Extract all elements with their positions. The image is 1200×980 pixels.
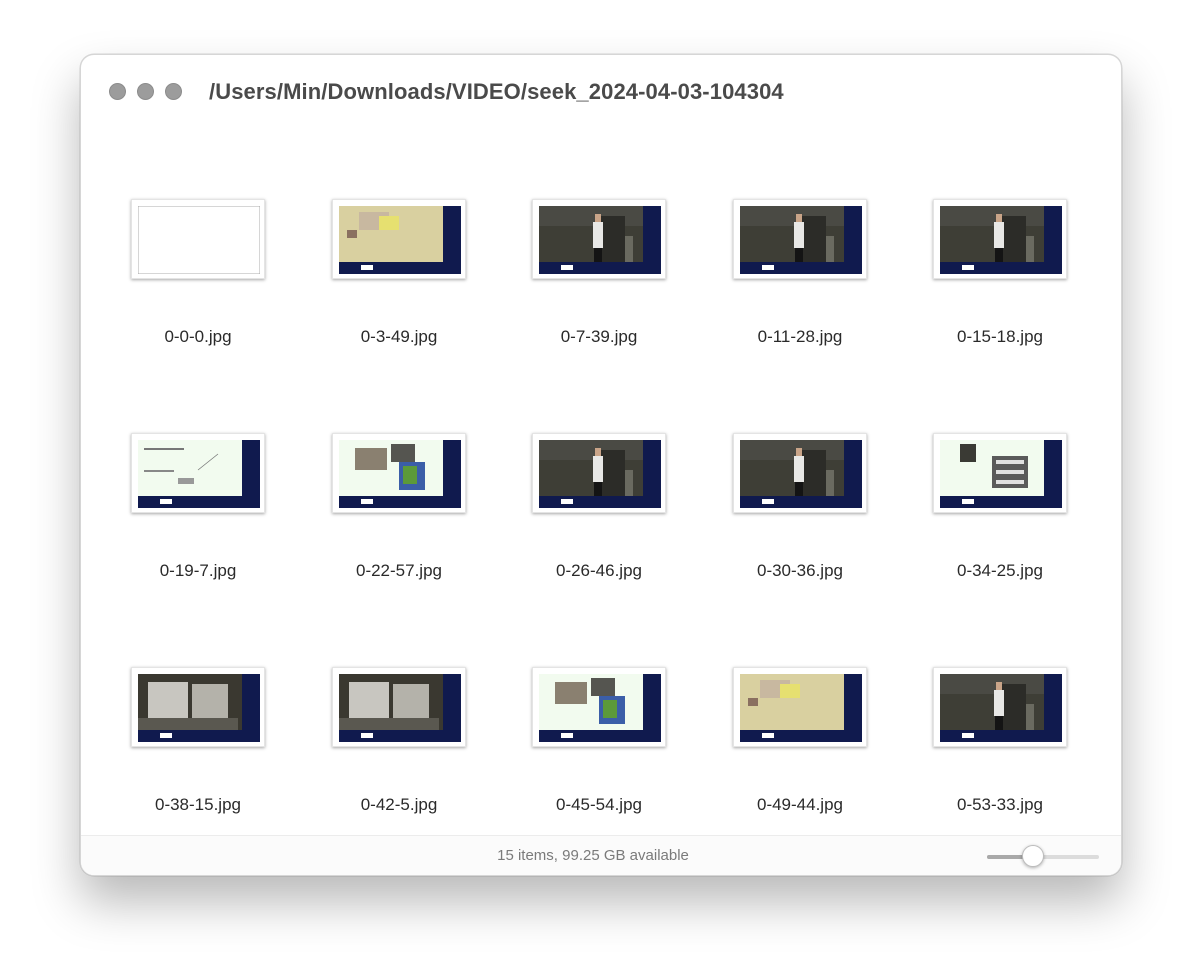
file-name-label[interactable]: 0-34-25.jpg [900,561,1100,581]
finder-window: /Users/Min/Downloads/VIDEO/seek_2024-04-… [80,54,1122,876]
thumbnail-image [539,206,661,274]
file-name-label[interactable]: 0-30-36.jpg [700,561,900,581]
file-thumbnail[interactable] [733,667,867,747]
file-name-label[interactable]: 0-26-46.jpg [499,561,699,581]
file-thumbnail[interactable] [532,199,666,279]
file-item[interactable]: 0-19-7.jpg [81,433,281,633]
file-thumbnail[interactable] [733,199,867,279]
file-name-label[interactable]: 0-11-28.jpg [700,327,900,347]
file-item[interactable]: 0-0-0.jpg [81,199,281,399]
thumbnail-image [940,440,1062,508]
file-thumbnail[interactable] [131,667,265,747]
file-item[interactable]: 0-15-18.jpg [883,199,1083,399]
thumbnail-image [339,674,461,742]
thumbnail-image [740,206,862,274]
file-thumbnail[interactable] [131,199,265,279]
thumbnail-image [339,440,461,508]
file-item[interactable]: 0-26-46.jpg [482,433,682,633]
file-name-label[interactable]: 0-0-0.jpg [98,327,298,347]
file-thumbnail[interactable] [532,667,666,747]
thumbnail-image [740,674,862,742]
thumbnail-image [138,440,260,508]
thumbnail-image [940,674,1062,742]
file-name-label[interactable]: 0-3-49.jpg [299,327,499,347]
file-name-label[interactable]: 0-45-54.jpg [499,795,699,815]
thumbnail-image [539,440,661,508]
file-thumbnail[interactable] [532,433,666,513]
thumbnail-image [740,440,862,508]
file-thumbnail[interactable] [733,433,867,513]
file-thumbnail[interactable] [332,199,466,279]
thumbnail-image [138,674,260,742]
icon-size-slider[interactable] [987,845,1099,867]
file-name-label[interactable]: 0-19-7.jpg [98,561,298,581]
file-icon-grid: 0-0-0.jpg 0-3-49.jpg 0-7-39.jpg 0-11-28.jpg… [81,55,1121,835]
file-thumbnail[interactable] [131,433,265,513]
file-item[interactable]: 0-11-28.jpg [683,199,883,399]
slider-thumb[interactable] [1021,845,1044,867]
thumbnail-image [940,206,1062,274]
file-item[interactable]: 0-34-25.jpg [883,433,1083,633]
file-name-label[interactable]: 0-53-33.jpg [900,795,1100,815]
file-name-label[interactable]: 0-22-57.jpg [299,561,499,581]
file-thumbnail[interactable] [332,667,466,747]
file-name-label[interactable]: 0-38-15.jpg [98,795,298,815]
status-text: 15 items, 99.25 GB available [497,847,689,864]
file-name-label[interactable]: 0-42-5.jpg [299,795,499,815]
file-thumbnail[interactable] [933,433,1067,513]
file-item[interactable]: 0-22-57.jpg [282,433,482,633]
file-item[interactable]: 0-7-39.jpg [482,199,682,399]
file-name-label[interactable]: 0-15-18.jpg [900,327,1100,347]
thumbnail-image [539,674,661,742]
thumbnail-image [138,206,260,274]
file-name-label[interactable]: 0-7-39.jpg [499,327,699,347]
file-item[interactable]: 0-30-36.jpg [683,433,883,633]
file-thumbnail[interactable] [332,433,466,513]
status-bar: 15 items, 99.25 GB available [81,835,1121,875]
file-item[interactable]: 0-3-49.jpg [282,199,482,399]
file-thumbnail[interactable] [933,667,1067,747]
file-thumbnail[interactable] [933,199,1067,279]
file-name-label[interactable]: 0-49-44.jpg [700,795,900,815]
thumbnail-image [339,206,461,274]
